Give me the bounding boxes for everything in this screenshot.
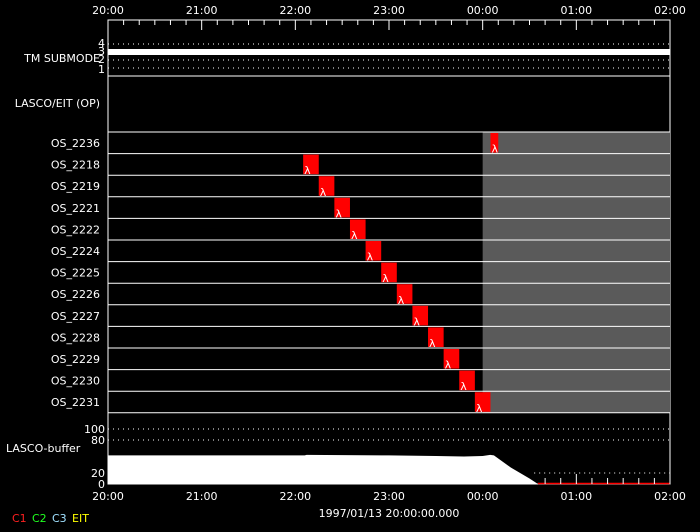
bottom-tick-label: 23:00 xyxy=(373,490,405,503)
row-label-os_2227: OS_2227 xyxy=(51,310,100,323)
bottom-tick-label: 20:00 xyxy=(92,490,124,503)
row-label-os_2229: OS_2229 xyxy=(51,353,100,366)
legend-eit: EIT xyxy=(72,512,89,525)
bottom-tick-label: 02:00 xyxy=(654,490,686,503)
timeline-plot: 20:00 21:00 22:00 23:00 00:00 01:00 02:00 TM S… xyxy=(6,4,686,525)
top-tick-label: 01:00 xyxy=(560,4,592,17)
no-data-region xyxy=(482,132,670,413)
top-tick-label: 22:00 xyxy=(279,4,311,17)
row-label-os_2230: OS_2230 xyxy=(51,375,100,388)
legend-c3: C3 xyxy=(52,512,67,525)
bottom-tick-label: 00:00 xyxy=(467,490,499,503)
top-tick-label: 00:00 xyxy=(467,4,499,17)
bottom-tick-label: 21:00 xyxy=(186,490,218,503)
buffer-fill-area xyxy=(108,454,538,484)
section-label: LASCO/EIT (OP) xyxy=(15,97,100,110)
date-label: 1997/01/13 20:00:00.000 xyxy=(319,507,460,520)
row-label-os_2226: OS_2226 xyxy=(51,288,100,301)
row-label-os_2225: OS_2225 xyxy=(51,267,100,280)
tm-level-label: 1 xyxy=(98,63,105,76)
row-label-os_2224: OS_2224 xyxy=(51,245,100,258)
buffer-label: LASCO-buffer xyxy=(6,442,81,455)
row-label-os_2236: OS_2236 xyxy=(51,137,100,150)
row-label-os_2222: OS_2222 xyxy=(51,223,100,236)
row-label-os_2219: OS_2219 xyxy=(51,180,100,193)
top-tick-label: 02:00 xyxy=(654,4,686,17)
top-tick-label: 20:00 xyxy=(92,4,124,17)
bottom-tick-label: 01:00 xyxy=(560,490,592,503)
top-tick-label: 21:00 xyxy=(186,4,218,17)
bottom-tick-label: 22:00 xyxy=(279,490,311,503)
legend-c2: C2 xyxy=(32,512,47,525)
row-label-os_2221: OS_2221 xyxy=(51,202,100,215)
tm-submode-bar xyxy=(108,49,670,55)
top-tick-label: 23:00 xyxy=(373,4,405,17)
tm-submode-label: TM SUBMODE xyxy=(23,52,100,65)
row-label-os_2231: OS_2231 xyxy=(51,396,100,409)
row-label-os_2228: OS_2228 xyxy=(51,331,100,344)
legend-c1: C1 xyxy=(12,512,27,525)
row-label-os_2218: OS_2218 xyxy=(51,159,100,172)
buffer-tick-label: 80 xyxy=(91,434,105,447)
